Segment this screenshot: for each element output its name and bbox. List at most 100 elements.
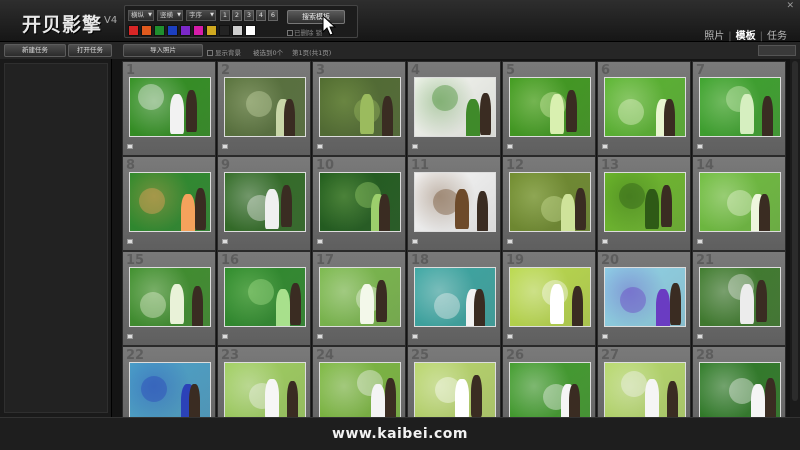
select-checkbox[interactable] <box>317 239 323 244</box>
select-checkbox[interactable] <box>222 334 228 339</box>
layout-dropdown[interactable]: 横纵 ▼ <box>128 10 154 21</box>
gallery-scrollbar[interactable] <box>790 59 800 417</box>
select-checkbox[interactable] <box>602 144 608 149</box>
template-preview <box>129 362 211 417</box>
template-preview <box>224 77 306 137</box>
task-list[interactable] <box>4 63 108 413</box>
template-index: 27 <box>601 348 620 363</box>
count-button-4[interactable]: 4 <box>256 10 266 21</box>
count-button-1[interactable]: 1 <box>220 10 230 21</box>
template-thumbnail-cell[interactable]: 28 <box>692 346 786 417</box>
new-task-button[interactable]: 新建任务 <box>4 44 66 57</box>
template-thumbnail-cell[interactable]: 7 <box>692 61 786 156</box>
template-thumbnail-cell[interactable]: 21 <box>692 251 786 346</box>
select-checkbox[interactable] <box>412 239 418 244</box>
template-thumbnail-cell[interactable]: 13 <box>597 156 691 251</box>
tab-photos[interactable]: 照片 <box>704 31 724 42</box>
preview-figure <box>740 284 754 324</box>
template-thumbnail-cell[interactable]: 25 <box>407 346 501 417</box>
preview-figure <box>170 94 184 134</box>
template-thumbnail-cell[interactable]: 26 <box>502 346 596 417</box>
select-checkbox[interactable] <box>412 334 418 339</box>
template-thumbnail-cell[interactable]: 18 <box>407 251 501 346</box>
template-index: 1 <box>126 63 136 78</box>
select-checkbox[interactable] <box>602 239 608 244</box>
template-thumbnail-cell[interactable]: 19 <box>502 251 596 346</box>
count-button-2[interactable]: 2 <box>232 10 242 21</box>
select-checkbox[interactable] <box>507 144 513 149</box>
select-checkbox[interactable] <box>127 239 133 244</box>
select-checkbox[interactable] <box>602 334 608 339</box>
orientation-dropdown[interactable]: 竖横 ▼ <box>157 10 183 21</box>
select-checkbox[interactable] <box>317 334 323 339</box>
deleted-lock-option[interactable]: 已删除 锁 <box>287 27 322 37</box>
color-swatch-red[interactable] <box>128 25 139 36</box>
secondary-toolbar: 新建任务 打开任务 导入照片 显示背景 被选到0个 第1页(共1页) <box>0 42 800 59</box>
chevron-down-icon: ▼ <box>148 12 152 18</box>
template-thumbnail-cell[interactable]: 8 <box>122 156 216 251</box>
color-swatch-blue[interactable] <box>167 25 178 36</box>
select-checkbox[interactable] <box>222 239 228 244</box>
template-thumbnail-cell[interactable]: 9 <box>217 156 311 251</box>
template-thumbnail-cell[interactable]: 3 <box>312 61 406 156</box>
template-thumbnail-cell[interactable]: 16 <box>217 251 311 346</box>
show-background-option[interactable]: 显示背景 <box>207 47 241 57</box>
filter-field[interactable] <box>758 45 796 56</box>
select-checkbox[interactable] <box>317 144 323 149</box>
template-thumbnail-cell[interactable]: 4 <box>407 61 501 156</box>
select-checkbox[interactable] <box>127 144 133 149</box>
template-thumbnail-cell[interactable]: 2 <box>217 61 311 156</box>
order-dropdown[interactable]: 字序 ▼ <box>186 10 216 21</box>
select-checkbox[interactable] <box>222 144 228 149</box>
preview-figure <box>360 94 374 134</box>
preview-figure <box>664 99 675 136</box>
count-button-6[interactable]: 6 <box>268 10 278 21</box>
template-index: 21 <box>696 253 715 268</box>
template-thumbnail-cell[interactable]: 6 <box>597 61 691 156</box>
color-swatch-purple[interactable] <box>180 25 191 36</box>
open-task-button[interactable]: 打开任务 <box>68 44 112 57</box>
template-thumbnail-cell[interactable]: 22 <box>122 346 216 417</box>
template-thumbnail-cell[interactable]: 10 <box>312 156 406 251</box>
template-thumbnail-cell[interactable]: 23 <box>217 346 311 417</box>
close-icon[interactable]: ✕ <box>786 1 794 11</box>
select-checkbox[interactable] <box>697 239 703 244</box>
color-swatch-magenta[interactable] <box>193 25 204 36</box>
template-thumbnail-cell[interactable]: 5 <box>502 61 596 156</box>
select-checkbox[interactable] <box>507 239 513 244</box>
template-thumbnail-cell[interactable]: 20 <box>597 251 691 346</box>
select-checkbox[interactable] <box>697 144 703 149</box>
color-swatch-green[interactable] <box>154 25 165 36</box>
template-thumbnail-cell[interactable]: 1 <box>122 61 216 156</box>
template-thumbnail-cell[interactable]: 17 <box>312 251 406 346</box>
deleted-checkbox[interactable] <box>287 30 293 36</box>
tab-tasks[interactable]: 任务 <box>767 31 787 42</box>
import-photos-button[interactable]: 导入照片 <box>123 44 203 57</box>
template-thumbnail-cell[interactable]: 11 <box>407 156 501 251</box>
template-preview <box>509 362 591 417</box>
show-background-checkbox[interactable] <box>207 50 213 56</box>
color-swatch-gray[interactable] <box>232 25 243 36</box>
template-thumbnail-cell[interactable]: 14 <box>692 156 786 251</box>
preview-figure <box>480 93 491 135</box>
preview-figure <box>645 379 659 417</box>
select-checkbox[interactable] <box>412 144 418 149</box>
select-checkbox[interactable] <box>697 334 703 339</box>
select-checkbox[interactable] <box>507 334 513 339</box>
select-checkbox[interactable] <box>127 334 133 339</box>
template-preview <box>319 267 401 327</box>
color-swatch-white[interactable] <box>245 25 256 36</box>
count-button-3[interactable]: 3 <box>244 10 254 21</box>
template-thumbnail-cell[interactable]: 12 <box>502 156 596 251</box>
template-thumbnail-cell[interactable]: 15 <box>122 251 216 346</box>
scrollbar-thumb[interactable] <box>792 61 798 401</box>
preview-figure <box>645 189 659 229</box>
color-swatch-black[interactable] <box>219 25 230 36</box>
preview-figure <box>661 185 672 227</box>
template-thumbnail-cell[interactable]: 24 <box>312 346 406 417</box>
template-index: 11 <box>411 158 430 173</box>
color-swatch-orange[interactable] <box>141 25 152 36</box>
color-swatch-gold[interactable] <box>206 25 217 36</box>
tab-templates[interactable]: 模板 <box>736 31 756 42</box>
template-thumbnail-cell[interactable]: 27 <box>597 346 691 417</box>
